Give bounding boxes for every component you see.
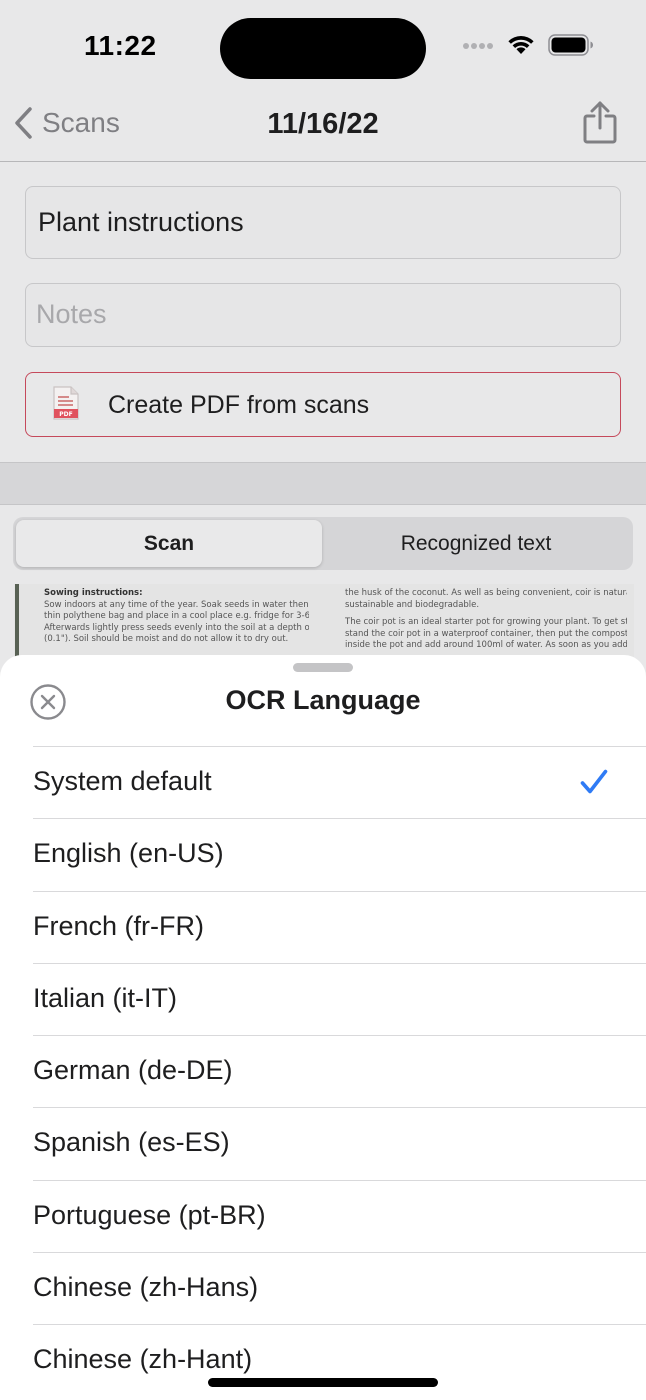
title-value: Plant instructions — [38, 207, 244, 237]
language-item-pt-br[interactable]: Portuguese (pt-BR) — [33, 1179, 646, 1252]
notes-field[interactable]: Notes — [25, 283, 621, 347]
scan-line: inside the pot and add around 100ml of w… — [345, 640, 627, 650]
pdf-file-icon: PDF — [53, 386, 79, 420]
status-time: 11:22 — [84, 30, 157, 61]
scan-right-column: the husk of the coconut. As well as bein… — [345, 588, 627, 652]
language-item-system-default[interactable]: System default — [33, 746, 646, 818]
page-title: 11/16/22 — [267, 108, 379, 140]
language-item-fr-fr[interactable]: French (fr-FR) — [33, 890, 646, 963]
dynamic-island — [220, 18, 426, 79]
scan-line: Afterwards lightly press seeds evenly in… — [44, 622, 309, 633]
signal-icon — [463, 43, 493, 49]
scan-line: (0.1"). Soil should be moist and do not … — [44, 634, 289, 644]
language-label: System default — [33, 766, 212, 796]
language-item-es-es[interactable]: Spanish (es-ES) — [33, 1107, 646, 1179]
ocr-language-sheet: OCR Language System default English (en-… — [0, 655, 646, 1400]
scan-line: thin polythene bag and place in a cool p… — [44, 611, 309, 621]
checkmark-icon — [580, 769, 608, 794]
scan-line: the husk of the coconut. As well as bein… — [345, 588, 627, 598]
status-bar: 11:22 — [0, 0, 646, 96]
language-item-zh-hans[interactable]: Chinese (zh-Hans) — [33, 1252, 646, 1324]
language-list: System default English (en-US) French (f… — [33, 746, 646, 1397]
status-icons — [462, 34, 594, 56]
language-item-it-it[interactable]: Italian (it-IT) — [33, 962, 646, 1035]
tab-recognized-text[interactable]: Recognized text — [322, 520, 630, 567]
tab-scan[interactable]: Scan — [16, 520, 322, 567]
language-label: Chinese (zh-Hant) — [33, 1344, 253, 1375]
battery-icon — [548, 34, 593, 56]
scan-left-column: Sowing instructions: Sow indoors at any … — [44, 588, 309, 646]
scan-line: Sow indoors at any time of the year. Soa… — [44, 599, 309, 610]
pdf-icon-text: PDF — [59, 411, 72, 418]
language-label: Chinese (zh-Hans) — [33, 1272, 259, 1303]
navigation-bar: Scans 11/16/22 — [0, 96, 646, 162]
share-button[interactable] — [582, 100, 618, 149]
section-separator — [0, 462, 646, 505]
language-item-de-de[interactable]: German (de-DE) — [33, 1035, 646, 1107]
scan-line: stand the coir pot in a waterproof conta… — [345, 628, 627, 639]
create-pdf-label: Create PDF from scans — [108, 391, 370, 419]
language-label: French (fr-FR) — [33, 910, 204, 941]
wifi-icon — [508, 36, 534, 54]
sheet-title: OCR Language — [225, 685, 421, 715]
title-field[interactable]: Plant instructions — [25, 186, 621, 259]
scan-line: sustainable and biodegradable. — [345, 599, 480, 610]
screen: 11:22 Scans 11/16/22 Plant instructions … — [0, 0, 646, 1400]
sheet-grabber[interactable] — [293, 663, 353, 672]
language-label: English (en-US) — [33, 838, 224, 869]
language-label: Spanish (es-ES) — [33, 1127, 230, 1158]
create-pdf-button[interactable]: PDF Create PDF from scans — [25, 372, 621, 437]
scan-heading: Sowing instructions: — [44, 588, 143, 598]
share-icon — [583, 101, 617, 144]
notes-placeholder: Notes — [36, 299, 107, 329]
home-indicator — [208, 1378, 438, 1387]
language-label: Italian (it-IT) — [33, 982, 178, 1013]
language-label: German (de-DE) — [33, 1055, 233, 1086]
language-item-en-us[interactable]: English (en-US) — [33, 818, 646, 890]
language-label: Portuguese (pt-BR) — [33, 1199, 266, 1230]
view-segmented-control: Scan Recognized text — [13, 517, 633, 570]
scan-line: The coir pot is an ideal starter pot for… — [345, 617, 627, 627]
